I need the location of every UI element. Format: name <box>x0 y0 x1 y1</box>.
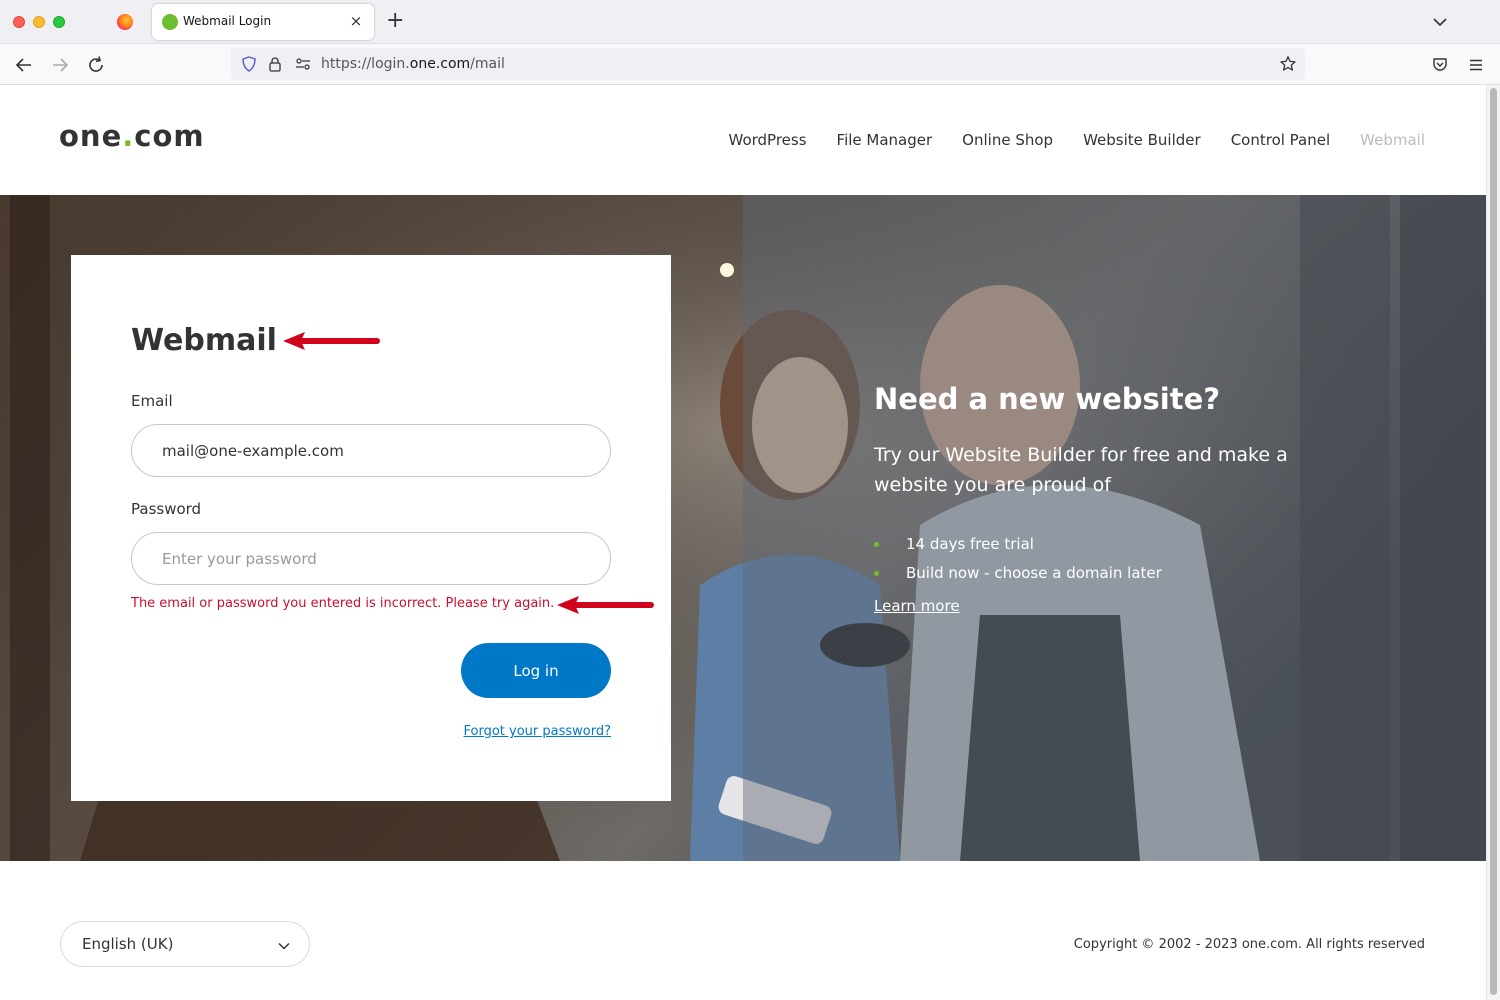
annotation-arrow-icon <box>283 332 380 350</box>
bullet-icon <box>874 571 879 576</box>
forgot-password-link[interactable]: Forgot your password? <box>463 724 611 739</box>
star-icon[interactable] <box>1279 55 1297 73</box>
nav-control-panel[interactable]: Control Panel <box>1231 131 1330 149</box>
browser-tab-bar: Webmail Login × + <box>0 0 1500 44</box>
language-select-value: English (UK) <box>82 935 174 953</box>
promo-subtitle: Try our Website Builder for free and mak… <box>874 444 1288 496</box>
login-error-message: The email or password you entered is inc… <box>131 596 555 611</box>
browser-toolbar: https://login.one.com/mail <box>0 44 1500 85</box>
nav-online-shop[interactable]: Online Shop <box>962 131 1053 149</box>
forward-icon[interactable] <box>48 53 72 77</box>
shield-icon[interactable] <box>241 56 257 72</box>
new-tab-button[interactable]: + <box>386 9 404 33</box>
tab-list-chevron-icon[interactable] <box>1430 12 1450 32</box>
url-bar[interactable]: https://login.one.com/mail <box>231 48 1305 80</box>
close-window-button[interactable] <box>13 16 25 28</box>
login-card: Webmail Email Password The email or pass… <box>71 255 671 801</box>
back-icon[interactable] <box>12 53 36 77</box>
menu-icon[interactable] <box>1467 56 1485 74</box>
annotation-arrow-icon <box>557 596 654 614</box>
site-header: one.com WordPress File Manager Online Sh… <box>0 85 1486 195</box>
maximize-window-button[interactable] <box>53 16 65 28</box>
browser-tab[interactable]: Webmail Login × <box>152 4 374 40</box>
one-com-logo[interactable]: one.com <box>59 119 205 153</box>
scrollbar-thumb[interactable] <box>1490 88 1497 995</box>
email-label: Email <box>131 392 173 410</box>
nav-file-manager[interactable]: File Manager <box>837 131 933 149</box>
hero-section: Webmail Email Password The email or pass… <box>0 195 1486 861</box>
url-text: https://login.one.com/mail <box>321 56 505 72</box>
login-title: Webmail <box>131 323 277 358</box>
password-label: Password <box>131 500 202 518</box>
lock-icon[interactable] <box>267 56 283 72</box>
nav-website-builder[interactable]: Website Builder <box>1083 131 1201 149</box>
nav-wordpress[interactable]: WordPress <box>729 131 807 149</box>
favicon-icon <box>162 14 178 30</box>
list-item: 14 days free trial <box>874 530 1344 559</box>
minimize-window-button[interactable] <box>33 16 45 28</box>
list-item: Build now - choose a domain later <box>874 559 1344 588</box>
page-scrollbar[interactable] <box>1486 85 1500 1000</box>
close-tab-button[interactable]: × <box>346 10 366 32</box>
site-footer: English (UK) Copyright © 2002 - 2023 one… <box>0 861 1486 1000</box>
nav-webmail[interactable]: Webmail <box>1360 131 1425 149</box>
email-field[interactable] <box>131 424 611 477</box>
pocket-icon[interactable] <box>1431 56 1449 74</box>
learn-more-link[interactable]: Learn more <box>874 597 960 615</box>
password-field[interactable] <box>131 532 611 585</box>
reload-icon[interactable] <box>84 53 108 77</box>
tab-title: Webmail Login <box>183 14 272 28</box>
promo-title: Need a new website? <box>874 382 1221 416</box>
promo-feature-list: 14 days free trial Build now - choose a … <box>874 530 1344 588</box>
bullet-icon <box>874 542 879 547</box>
main-nav: WordPress File Manager Online Shop Websi… <box>729 131 1426 149</box>
chevron-down-icon <box>278 942 290 950</box>
language-select[interactable]: English (UK) <box>60 921 310 967</box>
permissions-icon[interactable] <box>295 57 311 71</box>
firefox-icon[interactable] <box>117 14 133 30</box>
login-button[interactable]: Log in <box>461 643 611 698</box>
copyright-text: Copyright © 2002 - 2023 one.com. All rig… <box>1073 937 1425 952</box>
web-page: one.com WordPress File Manager Online Sh… <box>0 85 1486 1000</box>
promo-panel: Need a new website? Try our Website Buil… <box>874 380 1344 615</box>
